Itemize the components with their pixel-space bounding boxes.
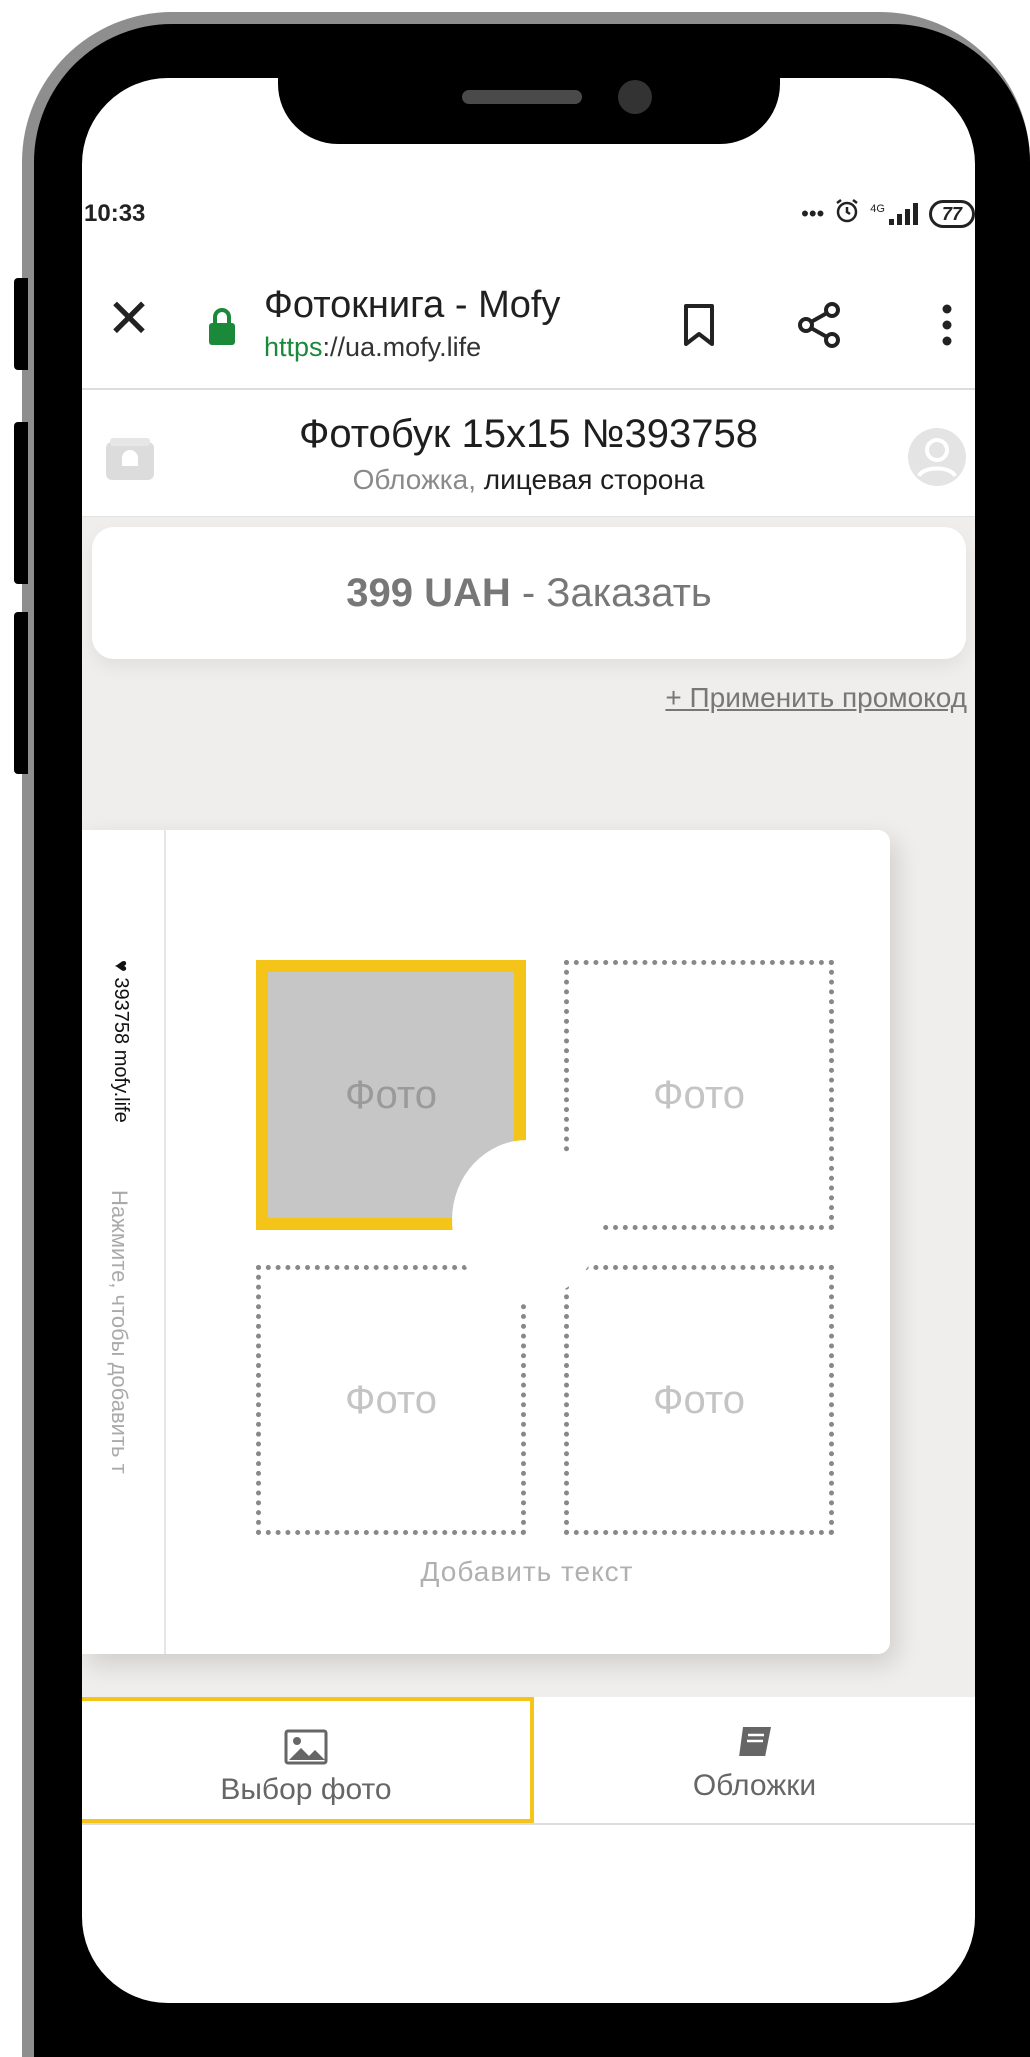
- order-button[interactable]: 399 UAH - Заказать: [92, 527, 966, 659]
- status-time: 10:33: [84, 200, 146, 227]
- more-notifications-icon: •••: [801, 201, 825, 226]
- network-type: 4G: [870, 203, 885, 215]
- subtitle-side: лицевая сторона: [476, 464, 705, 495]
- bottom-tab-bar: Выбор фото Обложки: [82, 1697, 975, 1825]
- bookmark-icon[interactable]: [674, 300, 724, 350]
- image-icon: [284, 1729, 328, 1765]
- speaker-grille: [462, 90, 582, 104]
- order-price: 399 UAH: [346, 571, 511, 615]
- photo-slot-3[interactable]: Фото: [256, 1265, 526, 1535]
- photo-slot-2[interactable]: Фото: [564, 960, 834, 1230]
- signal-icon: 4G: [870, 203, 919, 225]
- avatar-icon[interactable]: [906, 426, 968, 488]
- volume-down-button: [14, 422, 28, 584]
- status-icons: ••• 4G 77: [801, 194, 975, 234]
- url-host: ://ua.mofy.life: [322, 332, 482, 362]
- add-text-button[interactable]: Добавить текст: [164, 1556, 890, 1588]
- cover-spread: ♥ 393758 mofy.life Нажмите, чтобы добави…: [82, 830, 890, 1654]
- browser-toolbar: ✕ Фотокнига - Mofy https://ua.mofy.life: [82, 268, 975, 390]
- browser-page-title: Фотокнига - Mofy: [264, 284, 561, 326]
- browser-url[interactable]: https://ua.mofy.life: [264, 332, 481, 363]
- front-camera: [618, 80, 652, 114]
- book-spine[interactable]: ♥ 393758 mofy.life Нажмите, чтобы добави…: [82, 830, 166, 1654]
- notch: [278, 78, 780, 144]
- book-title: Фотобук 15x15 №393758: [298, 412, 759, 456]
- layout-center-cutout: [452, 1140, 602, 1300]
- photo-slot-label: Фото: [653, 1072, 745, 1117]
- tab-label: Обложки: [692, 1769, 817, 1802]
- volume-up-button: [14, 278, 28, 370]
- close-button[interactable]: ✕: [104, 292, 154, 346]
- tab-covers[interactable]: Обложки: [534, 1697, 975, 1823]
- order-action: - Заказать: [510, 571, 712, 615]
- photo-slot-4[interactable]: Фото: [564, 1265, 834, 1535]
- power-button: [14, 612, 28, 774]
- editor-canvas: 399 UAH - Заказать + Применить промокод …: [82, 517, 975, 1697]
- share-icon[interactable]: [794, 300, 844, 350]
- apply-promocode-link[interactable]: + Применить промокод: [665, 682, 967, 714]
- tab-label: Выбор фото: [220, 1773, 392, 1806]
- tab-photo-select[interactable]: Выбор фото: [82, 1697, 534, 1823]
- url-scheme: https: [264, 332, 323, 362]
- book-subtitle: Обложка, лицевая сторона: [82, 464, 975, 496]
- spine-add-text-hint[interactable]: Нажмите, чтобы добавить т: [106, 1190, 132, 1520]
- app-header: Фотобук 15x15 №393758 Обложка, лицевая с…: [82, 390, 975, 517]
- photo-slot-label: Фото: [653, 1377, 745, 1422]
- spine-label: ♥ 393758 mofy.life: [110, 960, 132, 1123]
- alarm-icon: [834, 198, 860, 230]
- subtitle-section: Обложка,: [352, 464, 477, 495]
- lock-icon: [209, 308, 235, 345]
- overflow-menu-icon[interactable]: [922, 300, 972, 350]
- battery-icon: 77: [928, 200, 975, 228]
- status-bar: 10:33 ••• 4G 77: [82, 188, 975, 238]
- phone-screen: 10:33 ••• 4G 77 ✕ Фотокнига - Mofy https…: [82, 78, 975, 2003]
- book-icon: [738, 1727, 771, 1758]
- photo-slot-label: Фото: [345, 1377, 437, 1422]
